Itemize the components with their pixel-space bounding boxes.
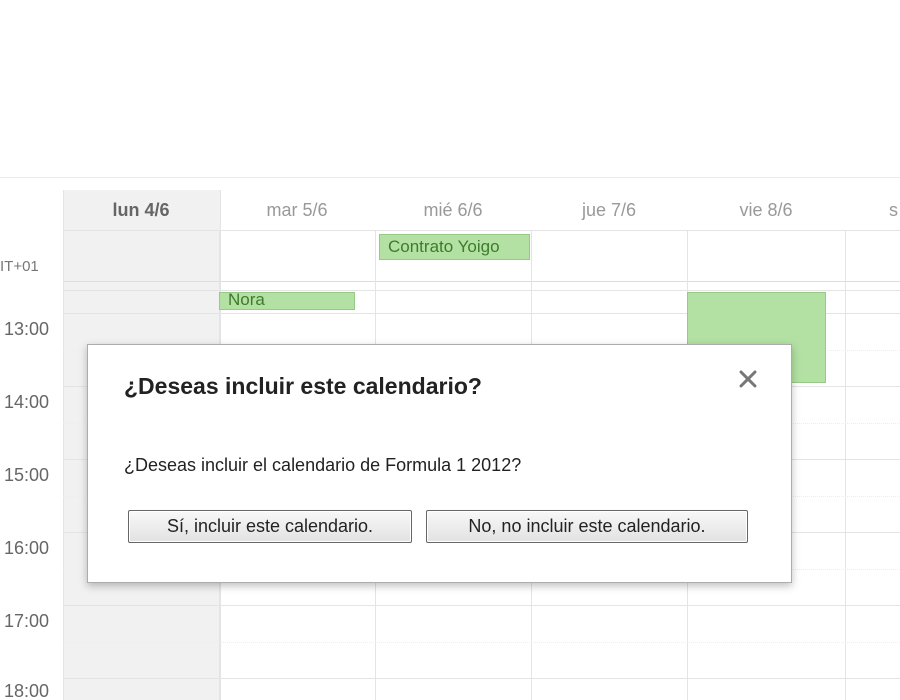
time-label: 13:00 [4, 319, 50, 339]
top-blank-area [0, 0, 900, 178]
hour-line [63, 605, 900, 606]
column-divider [63, 190, 64, 700]
dialog-title: ¿Deseas incluir este calendario? [124, 373, 482, 399]
time-label: 14:00 [4, 392, 50, 412]
dont-include-calendar-button[interactable]: No, no incluir este calendario. [426, 510, 748, 543]
time-label: 17:00 [4, 611, 50, 631]
include-calendar-button[interactable]: Sí, incluir este calendario. [128, 510, 412, 543]
day-header-tue[interactable]: mar 5/6 [219, 190, 375, 230]
day-header-sat[interactable]: s [845, 190, 900, 230]
time-label: 16:00 [4, 538, 50, 558]
dialog-message: ¿Deseas incluir el calendario de Formula… [124, 455, 522, 475]
day-header-wed[interactable]: mié 6/6 [375, 190, 531, 230]
close-icon[interactable] [736, 367, 760, 391]
event-contrato-yoigo[interactable]: Contrato Yoigo [379, 234, 530, 260]
event-nora[interactable]: Nora [219, 292, 355, 310]
grid-top-line [63, 290, 900, 291]
time-label: 18:00 [4, 681, 50, 700]
include-calendar-dialog: ¿Deseas incluir este calendario? ¿Deseas… [87, 344, 792, 583]
timezone-label: IT+01 [0, 258, 39, 275]
day-header-thu[interactable]: jue 7/6 [531, 190, 687, 230]
half-hour-line [63, 642, 900, 643]
day-header-mon[interactable]: lun 4/6 [63, 190, 219, 230]
column-divider [845, 230, 846, 700]
day-header-fri[interactable]: vie 8/6 [687, 190, 845, 230]
time-label: 15:00 [4, 465, 50, 485]
hour-line [63, 678, 900, 679]
page: lun 4/6 mar 5/6 mié 6/6 jue 7/6 vie 8/6 … [0, 0, 900, 700]
